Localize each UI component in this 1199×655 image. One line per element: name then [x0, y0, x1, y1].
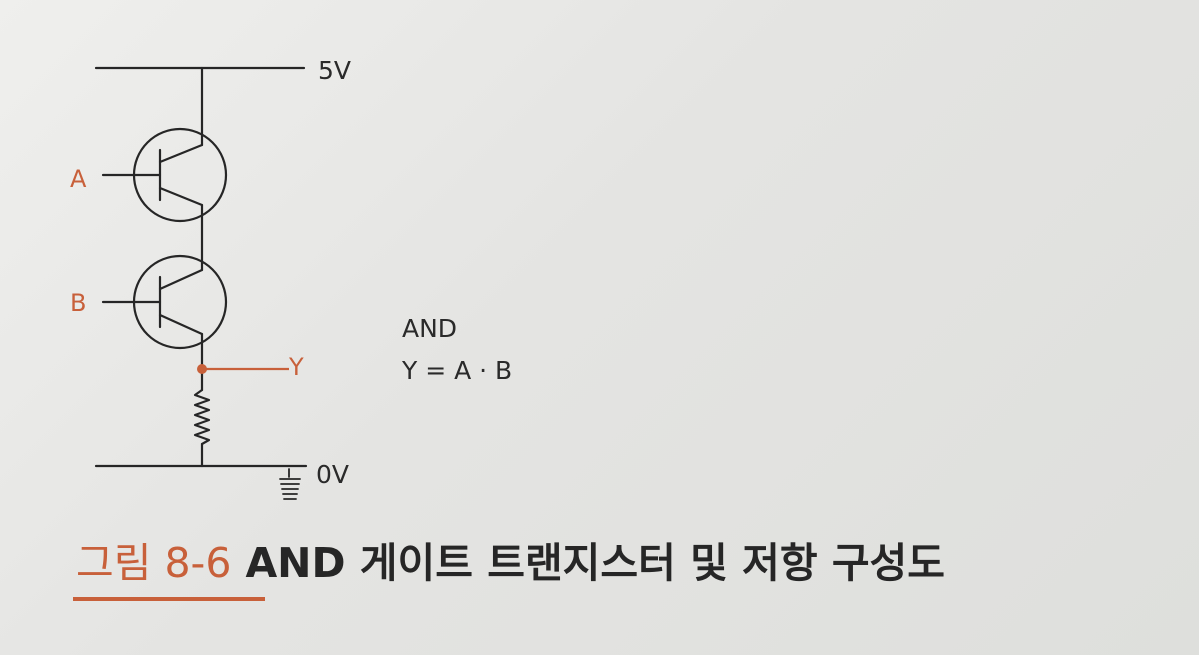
- input-b-label: B: [70, 289, 87, 317]
- transistor-b-emitter: [158, 313, 204, 336]
- transistor-b-collector: [158, 268, 204, 291]
- ground-symbol: [279, 468, 301, 500]
- output-node-dot: [197, 364, 207, 374]
- figure-number: 그림 8-6: [76, 539, 232, 587]
- ground-voltage-label: 0V: [316, 460, 350, 489]
- figure-number-underline: [73, 597, 265, 601]
- transistor-a-collector: [158, 143, 204, 164]
- pull-down-resistor: [193, 388, 211, 446]
- input-a-label: A: [70, 165, 87, 193]
- gate-name-label: AND: [402, 314, 458, 343]
- transistor-a: [101, 127, 228, 223]
- figure-caption: 그림 8-6 AND 게이트 트랜지스터 및 저항 구성도: [76, 543, 945, 584]
- transistor-b: [101, 254, 228, 350]
- boolean-expression: Y = A · B: [402, 356, 513, 385]
- figure-title: AND 게이트 트랜지스터 및 저항 구성도: [245, 539, 945, 587]
- supply-voltage-label: 5V: [318, 56, 352, 85]
- transistor-a-emitter: [158, 186, 204, 207]
- output-y-label: Y: [289, 353, 304, 381]
